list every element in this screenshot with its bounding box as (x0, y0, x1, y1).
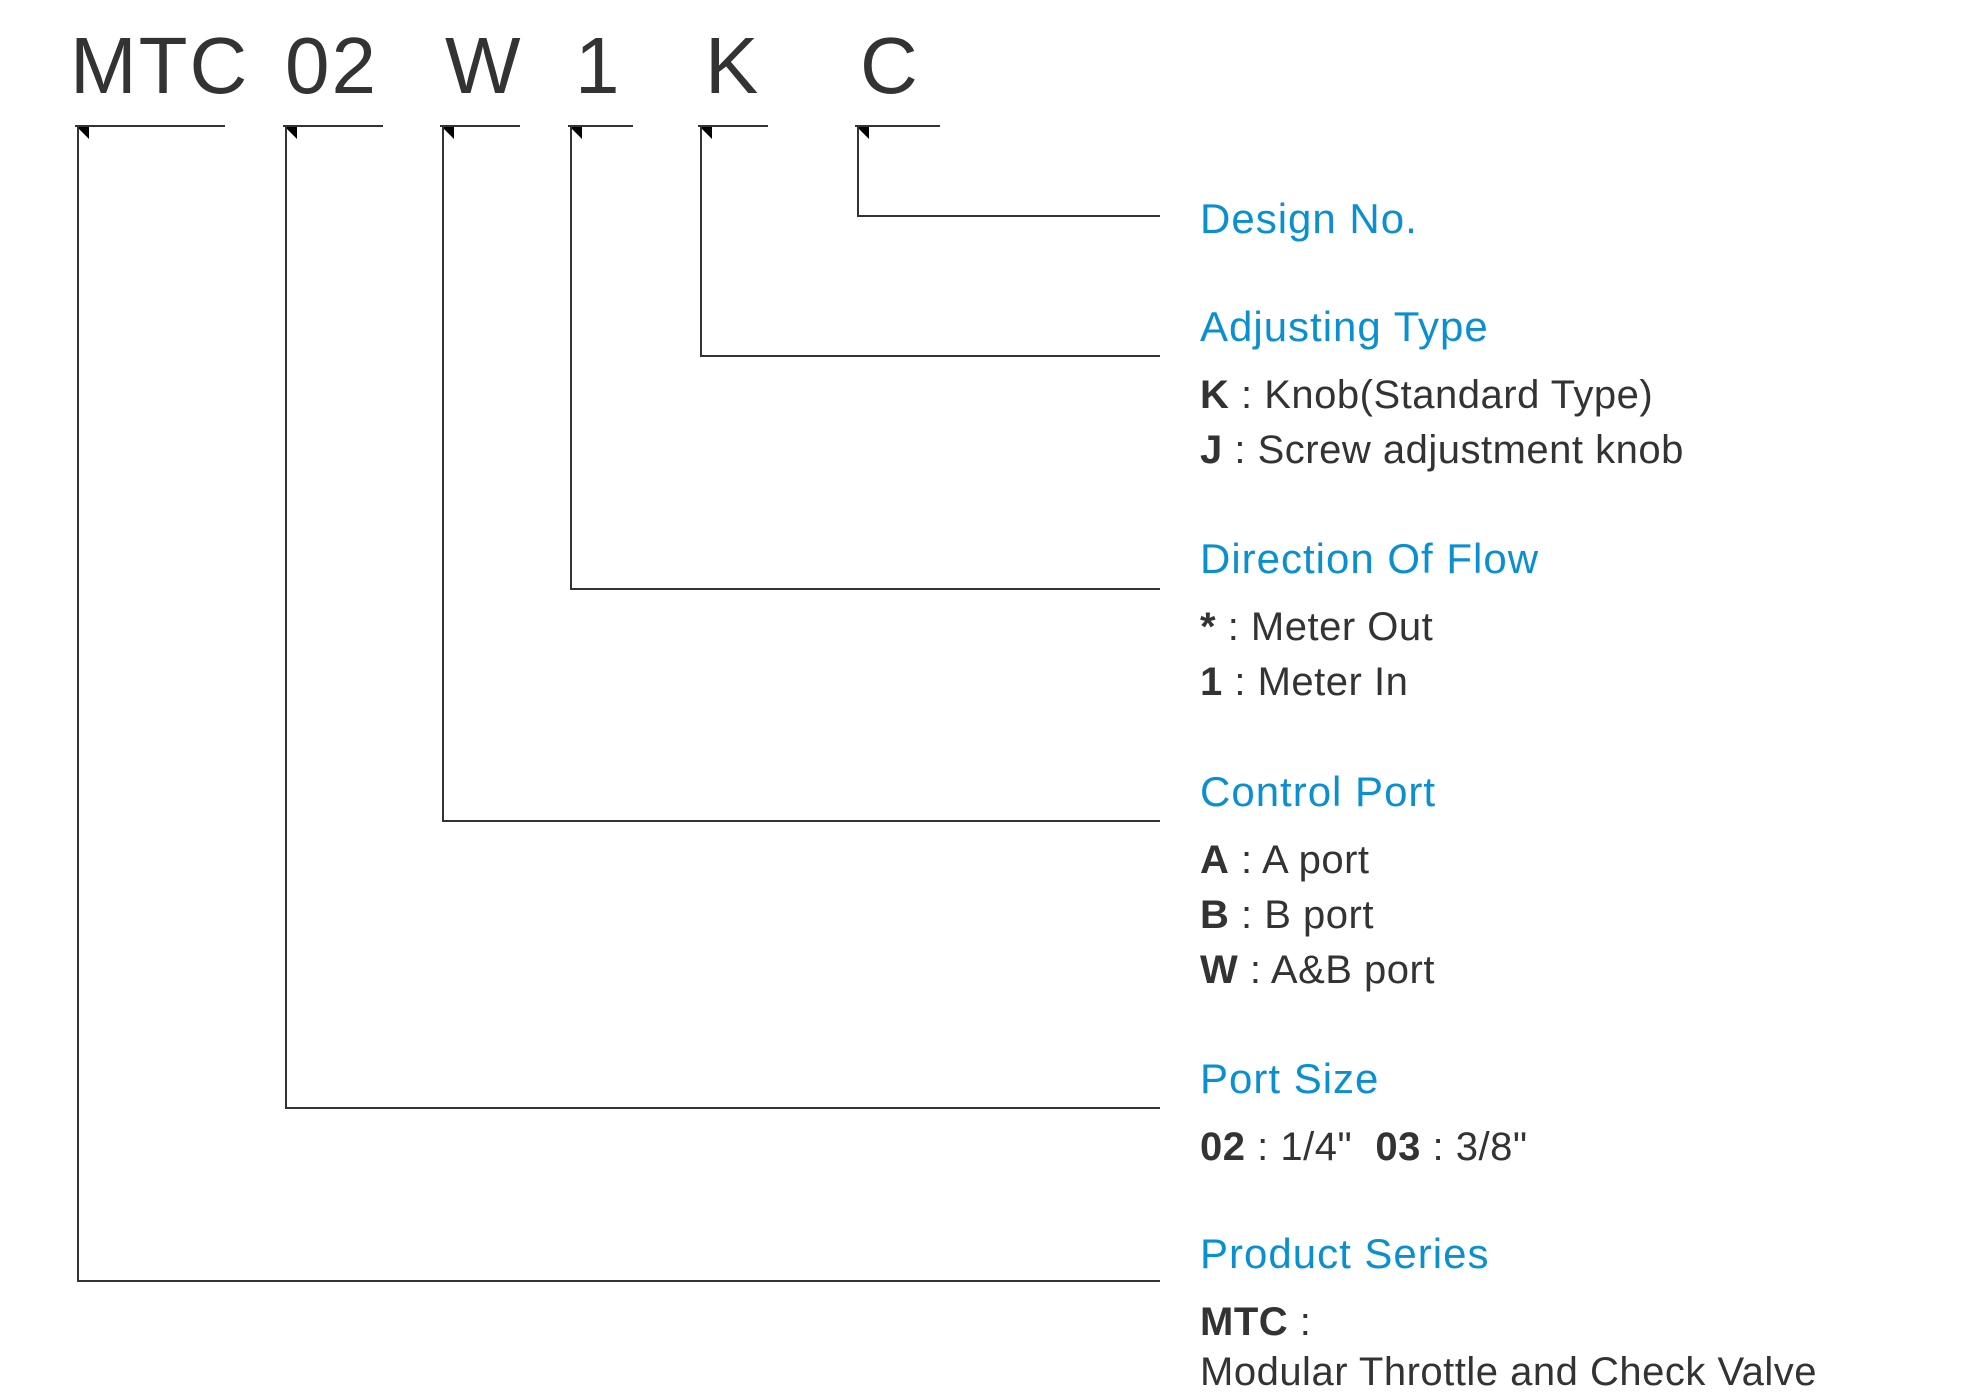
bracket-line (570, 125, 572, 588)
bracket-line (75, 125, 225, 127)
option-text: Modular Throttle and Check Valve (1200, 1350, 1817, 1394)
code-segment-product-series: MTC (70, 20, 249, 112)
option-text: Screw adjustment knob (1258, 428, 1684, 472)
option-text: B port (1264, 893, 1374, 937)
option-sep: : (1421, 1125, 1456, 1169)
option-sep: : (1216, 605, 1251, 649)
bracket-line (442, 820, 1160, 822)
option-adjusting-j: J : Screw adjustment knob (1200, 428, 1684, 473)
bracket-line (698, 125, 768, 127)
option-direction-1: 1 : Meter In (1200, 660, 1408, 705)
code-segment-port-size: 02 (285, 20, 378, 112)
bracket-line (570, 588, 1160, 590)
code-segment-direction: 1 (575, 20, 622, 112)
option-code: K (1200, 373, 1229, 417)
option-text: Meter In (1258, 660, 1409, 704)
bracket-line (77, 1280, 1160, 1282)
bracket-line (857, 215, 1160, 217)
option-code: 1 (1200, 660, 1223, 704)
option-control-w: W : A&B port (1200, 948, 1435, 993)
option-code: 03 (1375, 1125, 1421, 1169)
option-text: A&B port (1271, 948, 1435, 992)
bracket-line (857, 125, 859, 215)
option-code: A (1200, 838, 1229, 882)
option-product-series-mtc-text: Modular Throttle and Check Valve (1200, 1350, 1817, 1395)
heading-adjusting-type: Adjusting Type (1200, 303, 1489, 351)
bracket-line (283, 125, 383, 127)
option-sep: : (1238, 948, 1271, 992)
bracket-line (440, 125, 520, 127)
option-text: A port (1262, 838, 1370, 882)
option-code: 02 (1200, 1125, 1246, 1169)
option-adjusting-k: K : Knob(Standard Type) (1200, 373, 1653, 418)
option-code: J (1200, 428, 1223, 472)
option-sep: : (1229, 838, 1262, 882)
bracket-line (568, 125, 633, 127)
option-control-b: B : B port (1200, 893, 1374, 938)
option-code: B (1200, 893, 1229, 937)
bracket-line (700, 125, 702, 355)
option-sep: : (1246, 1125, 1281, 1169)
option-code: * (1200, 605, 1216, 649)
option-sep: : (1223, 660, 1258, 704)
option-direction-star: * : Meter Out (1200, 605, 1433, 650)
code-segment-adjusting: K (705, 20, 760, 112)
heading-control-port: Control Port (1200, 768, 1436, 816)
code-segment-control-port: W (445, 20, 523, 112)
option-port-size: 02 : 1/4" 03 : 3/8" (1200, 1125, 1528, 1170)
option-text: 1/4" (1280, 1125, 1352, 1169)
bracket-line (700, 355, 1160, 357)
bracket-line (442, 125, 444, 820)
option-text: 3/8" (1456, 1125, 1528, 1169)
code-segment-design-no: C (860, 20, 920, 112)
heading-direction-of-flow: Direction Of Flow (1200, 535, 1539, 583)
option-sep: : (1223, 428, 1258, 472)
option-sep: : (1229, 893, 1264, 937)
heading-port-size: Port Size (1200, 1055, 1379, 1103)
heading-product-series: Product Series (1200, 1230, 1489, 1278)
bracket-line (285, 125, 287, 1107)
bracket-line (77, 125, 79, 1280)
bracket-line (855, 125, 940, 127)
option-product-series-mtc: MTC : (1200, 1300, 1311, 1345)
option-code: W (1200, 948, 1238, 992)
option-control-a: A : A port (1200, 838, 1370, 883)
option-sep: : (1229, 373, 1264, 417)
heading-design-no: Design No. (1200, 195, 1418, 243)
option-code: MTC (1200, 1300, 1288, 1344)
option-sep: : (1288, 1300, 1311, 1344)
option-text: Knob(Standard Type) (1264, 373, 1653, 417)
option-text: Meter Out (1251, 605, 1433, 649)
bracket-line (285, 1107, 1160, 1109)
